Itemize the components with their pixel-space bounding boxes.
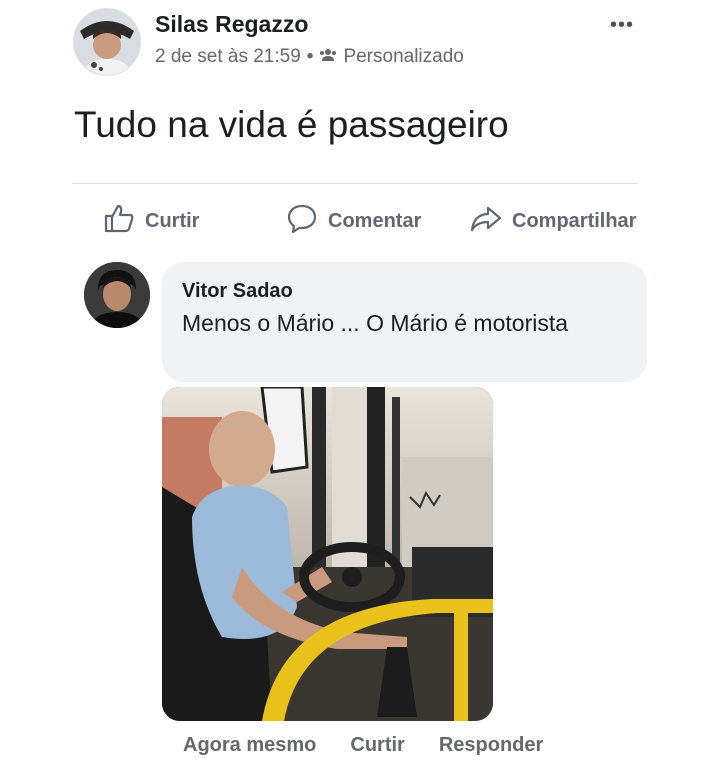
more-options-button[interactable]: ••• xyxy=(610,14,634,37)
like-label: Curtir xyxy=(145,209,200,232)
post-meta: 2 de set às 21:59 • Personalizado xyxy=(155,46,464,68)
actions-divider xyxy=(72,183,638,184)
comment-button[interactable]: Comentar xyxy=(286,198,421,244)
commenter-name[interactable]: Vitor Sadao xyxy=(182,280,293,303)
comment-text: Menos o Mário ... O Mário é motorista xyxy=(182,310,569,336)
post-date[interactable]: 2 de set às 21:59 xyxy=(155,46,301,68)
comment-bubble: Vitor Sadao Menos o Mário ... O Mário é … xyxy=(162,262,647,382)
author-name[interactable]: Silas Regazzo xyxy=(155,11,308,38)
speech-bubble-icon xyxy=(286,202,318,240)
share-arrow-icon xyxy=(470,202,502,240)
comment-photo[interactable] xyxy=(162,387,493,721)
comment-label: Comentar xyxy=(328,209,422,232)
privacy-label: Personalizado xyxy=(343,46,464,67)
comment-reply-button[interactable]: Responder xyxy=(439,734,543,757)
share-label: Compartilhar xyxy=(512,209,637,232)
post-actions-bar: Curtir Comentar Compartilhar xyxy=(0,198,720,244)
post-header: Silas Regazzo 2 de set às 21:59 • Person… xyxy=(73,8,720,78)
comment-footer: Agora mesmo Curtir Responder xyxy=(183,734,543,757)
thumbs-up-icon xyxy=(103,202,135,240)
share-button[interactable]: Compartilhar xyxy=(470,198,636,244)
comment-timestamp[interactable]: Agora mesmo xyxy=(183,734,316,757)
commenter-avatar[interactable] xyxy=(84,262,150,328)
like-button[interactable]: Curtir xyxy=(103,198,199,244)
comment-like-button[interactable]: Curtir xyxy=(350,734,404,757)
people-icon[interactable] xyxy=(319,46,337,68)
post-text: Tudo na vida é passageiro xyxy=(74,104,509,145)
author-avatar[interactable] xyxy=(73,8,141,76)
meta-separator: • xyxy=(306,46,314,67)
